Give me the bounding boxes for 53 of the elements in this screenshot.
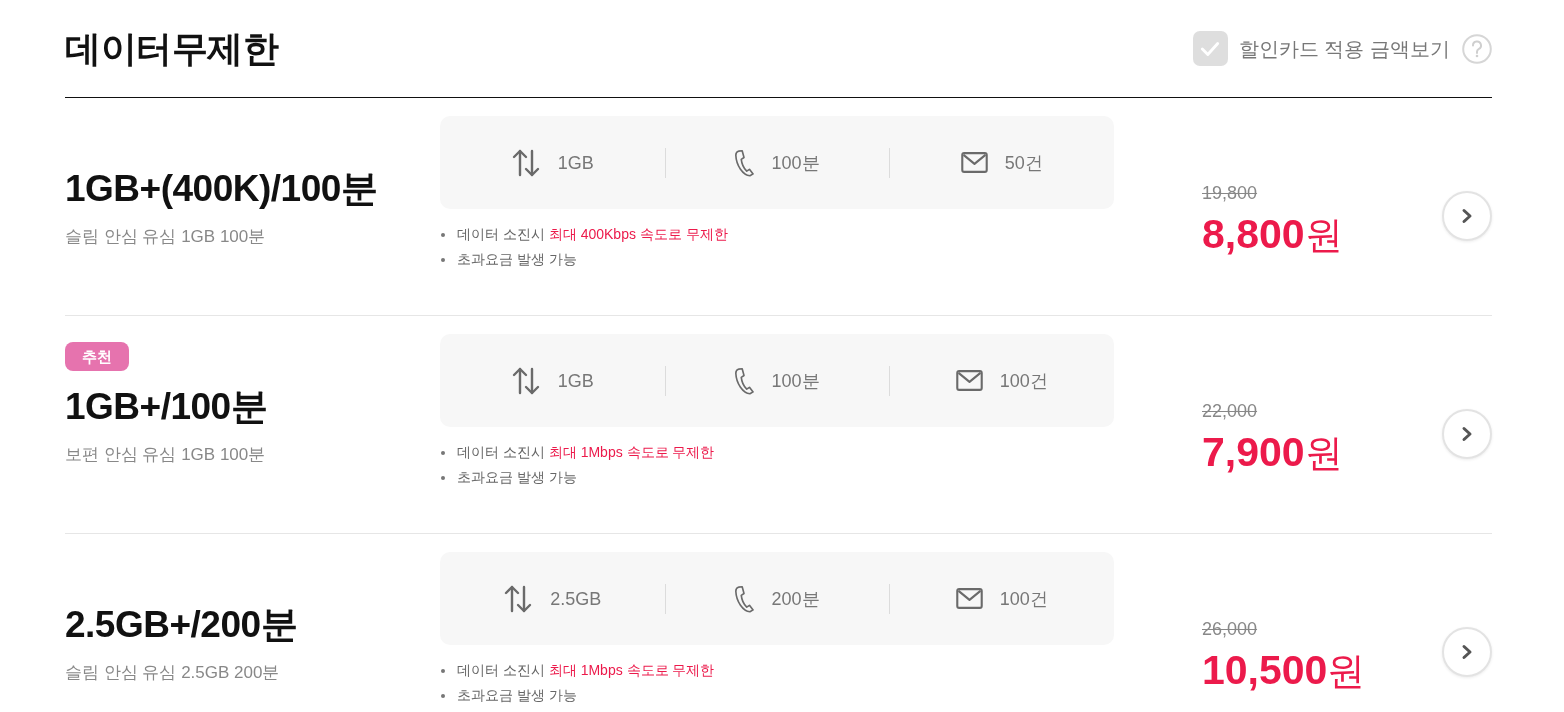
page-title: 데이터무제한 — [65, 26, 278, 71]
up-down-arrows-icon — [510, 147, 541, 178]
recommended-badge: 추천 — [65, 342, 129, 371]
phone-icon — [734, 584, 755, 613]
detail-button[interactable] — [1442, 409, 1492, 459]
plan-note: 데이터 소진시 최대 400Kbps 속도로 무제한 — [457, 225, 728, 244]
discount-toggle-label[interactable]: 할인카드 적용 금액보기 — [1238, 33, 1450, 64]
plan-name: 2.5GB+/200분 — [65, 603, 299, 647]
bullet-icon — [441, 232, 445, 237]
plan-note: 초과요금 발생 가능 — [457, 250, 577, 269]
bullet-icon — [441, 257, 445, 262]
data-amount: 2.5GB — [550, 587, 602, 611]
envelope-icon — [955, 588, 983, 609]
call-minutes: 100분 — [771, 151, 820, 175]
plan-note: 데이터 소진시 최대 1Mbps 속도로 무제한 — [457, 661, 715, 680]
detail-button[interactable] — [1442, 191, 1492, 241]
plan-description: 보편 안심 유심 1GB 100분 — [65, 444, 267, 466]
help-icon[interactable] — [1462, 33, 1492, 64]
original-price: 26,000 — [1202, 618, 1258, 641]
original-price: 22,000 — [1202, 400, 1258, 423]
original-price: 19,800 — [1202, 182, 1258, 205]
bullet-icon — [441, 693, 445, 698]
call-minutes: 100분 — [771, 369, 820, 393]
phone-icon — [734, 148, 755, 177]
sale-price: 8,800원 — [1202, 210, 1344, 259]
chevron-right-icon — [1461, 426, 1473, 442]
phone-icon — [734, 366, 755, 395]
data-amount: 1GB — [557, 151, 594, 175]
envelope-icon — [960, 152, 988, 173]
up-down-arrows-icon — [503, 583, 534, 614]
message-count: 100건 — [999, 587, 1048, 611]
bullet-icon — [441, 668, 445, 673]
sale-price: 10,500원 — [1202, 646, 1367, 695]
plan-name: 1GB+/100분 — [65, 385, 269, 429]
call-minutes: 200분 — [771, 587, 820, 611]
discount-checkbox[interactable] — [1192, 31, 1228, 66]
plan-note: 초과요금 발생 가능 — [457, 686, 577, 705]
detail-button[interactable] — [1442, 627, 1492, 677]
message-count: 50건 — [1004, 151, 1043, 175]
message-count: 100건 — [999, 369, 1048, 393]
plan-note: 데이터 소진시 최대 1Mbps 속도로 무제한 — [457, 443, 715, 462]
up-down-arrows-icon — [510, 365, 541, 396]
sale-price: 7,900원 — [1202, 428, 1344, 477]
chevron-right-icon — [1461, 644, 1473, 660]
bullet-icon — [441, 450, 445, 455]
plan-description: 슬림 안심 유심 1GB 100분 — [65, 226, 267, 248]
bullet-icon — [441, 475, 445, 480]
envelope-icon — [955, 370, 983, 391]
data-amount: 1GB — [557, 369, 594, 393]
chevron-right-icon — [1461, 208, 1473, 224]
plan-description: 슬림 안심 유심 2.5GB 200분 — [65, 662, 281, 684]
plan-note: 초과요금 발생 가능 — [457, 468, 577, 487]
plan-name: 1GB+(400K)/100분 — [65, 167, 379, 211]
